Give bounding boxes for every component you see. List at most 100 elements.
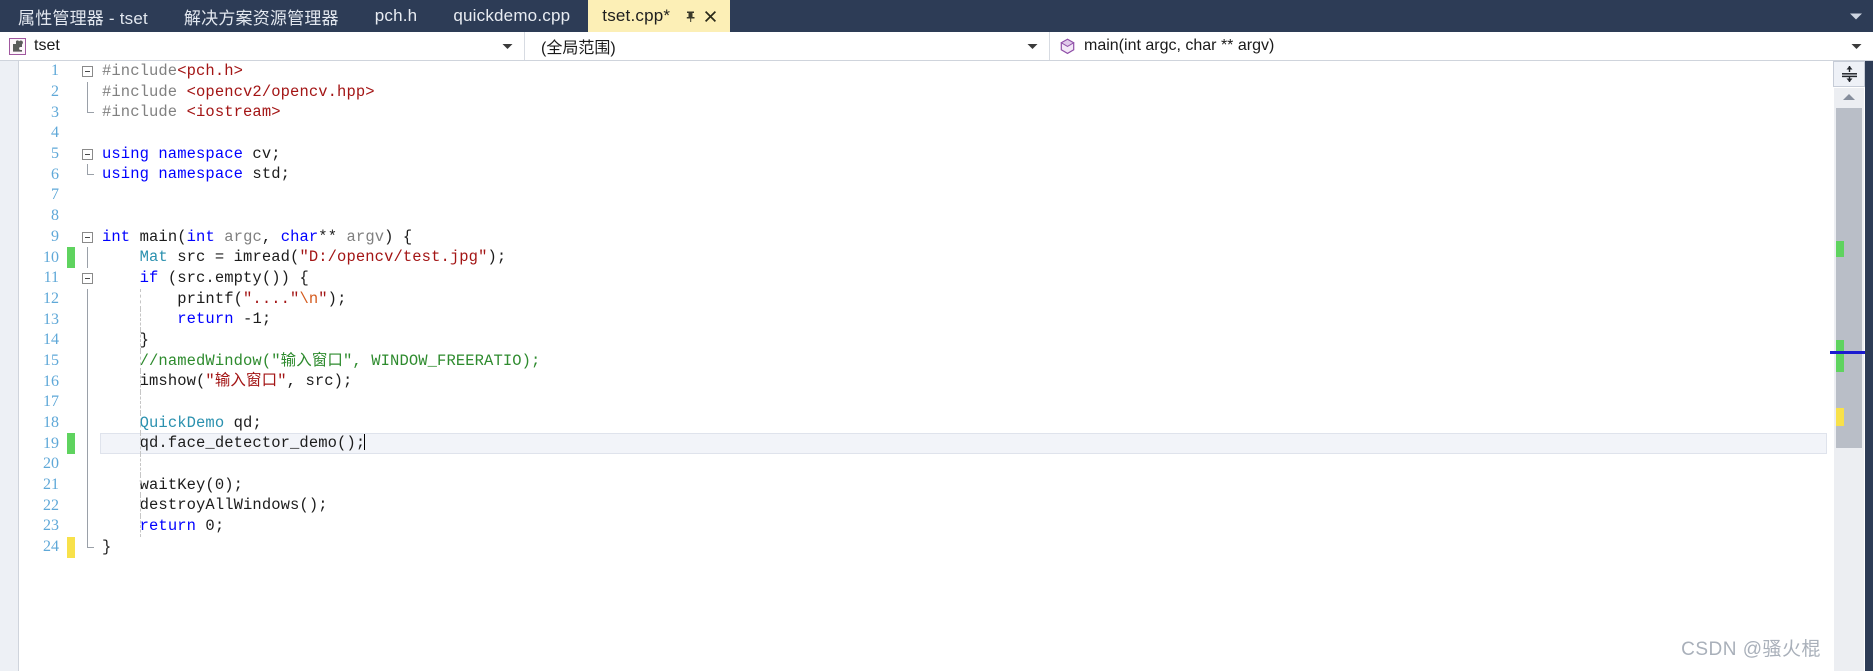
change-marker	[67, 164, 75, 185]
code-text[interactable]: imshow("输入窗口", src);	[100, 371, 1827, 392]
code-text[interactable]: QuickDemo qd;	[100, 412, 1827, 434]
change-marker	[67, 330, 75, 351]
code-text[interactable]: waitKey(0);	[100, 474, 1827, 496]
code-text[interactable]: #include <opencv2/opencv.hpp>	[100, 82, 1827, 103]
change-marker	[67, 185, 75, 206]
code-line[interactable]: 21 waitKey(0);	[19, 474, 1827, 496]
fold-glyph[interactable]	[78, 144, 100, 165]
code-line[interactable]: 8	[19, 206, 1827, 227]
fold-glyph	[78, 164, 100, 185]
code-text[interactable]: using namespace std;	[100, 164, 1827, 185]
scrollbar-thumb[interactable]	[1836, 108, 1862, 448]
scroll-up-arrow-icon[interactable]	[1834, 88, 1864, 105]
change-marker-saved	[67, 247, 75, 268]
line-number: 24	[43, 538, 59, 556]
tab-quickdemo-cpp[interactable]: quickdemo.cpp	[435, 0, 588, 32]
line-number: 8	[51, 207, 59, 225]
code-text[interactable]: using namespace cv;	[100, 144, 1827, 165]
line-number: 9	[51, 227, 59, 245]
tab-tset-cpp[interactable]: tset.cpp*	[588, 0, 731, 32]
chevron-down-icon[interactable]	[496, 43, 518, 50]
code-text[interactable]: //namedWindow("输入窗口", WINDOW_FREERATIO);	[100, 350, 1827, 372]
tab-label: pch.h	[374, 6, 418, 25]
code-line[interactable]: 16 imshow("输入窗口", src);	[19, 371, 1827, 392]
code-text[interactable]	[100, 454, 1827, 475]
code-text[interactable]: #include <iostream>	[100, 102, 1827, 123]
code-line[interactable]: 24 }	[19, 536, 1827, 558]
fold-glyph[interactable]	[78, 268, 100, 289]
fold-glyph[interactable]	[78, 61, 100, 82]
editor-right-column	[1827, 61, 1873, 671]
scope-dropdown[interactable]: (全局范围)	[525, 32, 1050, 60]
code-line[interactable]: 14 }	[19, 329, 1827, 351]
tab-property-manager[interactable]: 属性管理器 - tset	[0, 0, 166, 32]
scrollbar-caret-position	[1830, 351, 1868, 354]
line-number: 19	[43, 434, 59, 452]
code-line[interactable]: 20	[19, 454, 1827, 475]
code-line[interactable]: 22 destroyAllWindows();	[19, 495, 1827, 517]
code-text[interactable]: }	[100, 329, 1827, 351]
function-dropdown[interactable]: main(int argc, char ** argv)	[1050, 32, 1873, 60]
fold-glyph	[78, 495, 100, 517]
code-text[interactable]	[100, 123, 1827, 144]
fold-glyph	[78, 288, 100, 310]
line-number: 11	[43, 269, 59, 287]
code-line[interactable]: 7	[19, 185, 1827, 206]
change-marker	[67, 268, 75, 289]
pin-icon[interactable]	[680, 5, 700, 27]
project-dropdown[interactable]: tset	[0, 32, 525, 60]
code-text[interactable]: return 0;	[100, 516, 1827, 537]
fold-glyph	[78, 102, 100, 123]
tab-label: quickdemo.cpp	[453, 6, 571, 25]
code-line[interactable]: 18 QuickDemo qd;	[19, 412, 1827, 434]
code-editor[interactable]: 1 #include<pch.h> 2 #include <opencv2/op…	[0, 60, 1873, 671]
code-line-current[interactable]: 19 qd.face_detector_demo();	[19, 433, 1827, 455]
code-text[interactable]: #include<pch.h>	[100, 61, 1827, 82]
code-text[interactable]	[100, 206, 1827, 227]
chevron-down-icon[interactable]	[1021, 43, 1043, 50]
code-text[interactable]: int main(int argc, char** argv) {	[100, 227, 1827, 248]
tab-overflow-chevron-down-icon[interactable]	[1839, 0, 1873, 32]
code-line[interactable]: 5 using namespace cv;	[19, 144, 1827, 165]
code-text[interactable]: if (src.empty()) {	[100, 268, 1827, 289]
code-line[interactable]: 11 if (src.empty()) {	[19, 268, 1827, 289]
code-text[interactable]: Mat src = imread("D:/opencv/test.jpg");	[100, 247, 1827, 268]
tab-label: tset.cpp*	[602, 6, 671, 25]
code-line[interactable]: 10 Mat src = imread("D:/opencv/test.jpg"…	[19, 247, 1827, 268]
fold-glyph	[78, 412, 100, 434]
close-icon[interactable]	[700, 5, 720, 27]
code-line[interactable]: 15 //namedWindow("输入窗口", WINDOW_FREERATI…	[19, 350, 1827, 372]
fold-glyph	[78, 185, 100, 206]
tab-pch-h[interactable]: pch.h	[357, 0, 436, 32]
code-text[interactable]: destroyAllWindows();	[100, 495, 1827, 516]
vertical-scrollbar[interactable]	[1830, 88, 1868, 671]
code-lines-container[interactable]: 1 #include<pch.h> 2 #include <opencv2/op…	[19, 61, 1827, 671]
code-line[interactable]: 13 return -1;	[19, 309, 1827, 330]
code-line[interactable]: 3 #include <iostream>	[19, 102, 1827, 123]
code-line[interactable]: 6 using namespace std;	[19, 164, 1827, 185]
change-marker	[67, 123, 75, 144]
code-text[interactable]: printf("...."\n");	[100, 288, 1827, 310]
code-text[interactable]: return -1;	[100, 309, 1827, 330]
code-line[interactable]: 4	[19, 123, 1827, 144]
scope-dropdown-label: (全局范围)	[541, 40, 616, 57]
csdn-watermark: CSDN @骚火棍	[1681, 639, 1821, 660]
code-line[interactable]: 9 int main(int argc, char** argv) {	[19, 227, 1827, 248]
code-text[interactable]: }	[100, 537, 1827, 558]
tab-solution-explorer[interactable]: 解决方案资源管理器	[166, 0, 357, 32]
code-line[interactable]: 1 #include<pch.h>	[19, 61, 1827, 82]
code-text[interactable]	[100, 392, 1827, 413]
change-marker-saved	[67, 433, 75, 455]
code-line[interactable]: 17	[19, 392, 1827, 413]
chevron-down-icon[interactable]	[1845, 43, 1867, 50]
split-view-button[interactable]	[1833, 61, 1865, 87]
fold-glyph[interactable]	[78, 227, 100, 248]
code-line[interactable]: 23 return 0;	[19, 516, 1827, 537]
code-line[interactable]: 2 #include <opencv2/opencv.hpp>	[19, 81, 1827, 103]
fold-glyph	[78, 536, 100, 558]
fold-glyph	[78, 516, 100, 537]
code-text[interactable]	[100, 185, 1827, 206]
code-text[interactable]: qd.face_detector_demo();	[100, 433, 1827, 455]
code-line[interactable]: 12 printf("...."\n");	[19, 288, 1827, 310]
editor-left-rail	[0, 61, 19, 671]
